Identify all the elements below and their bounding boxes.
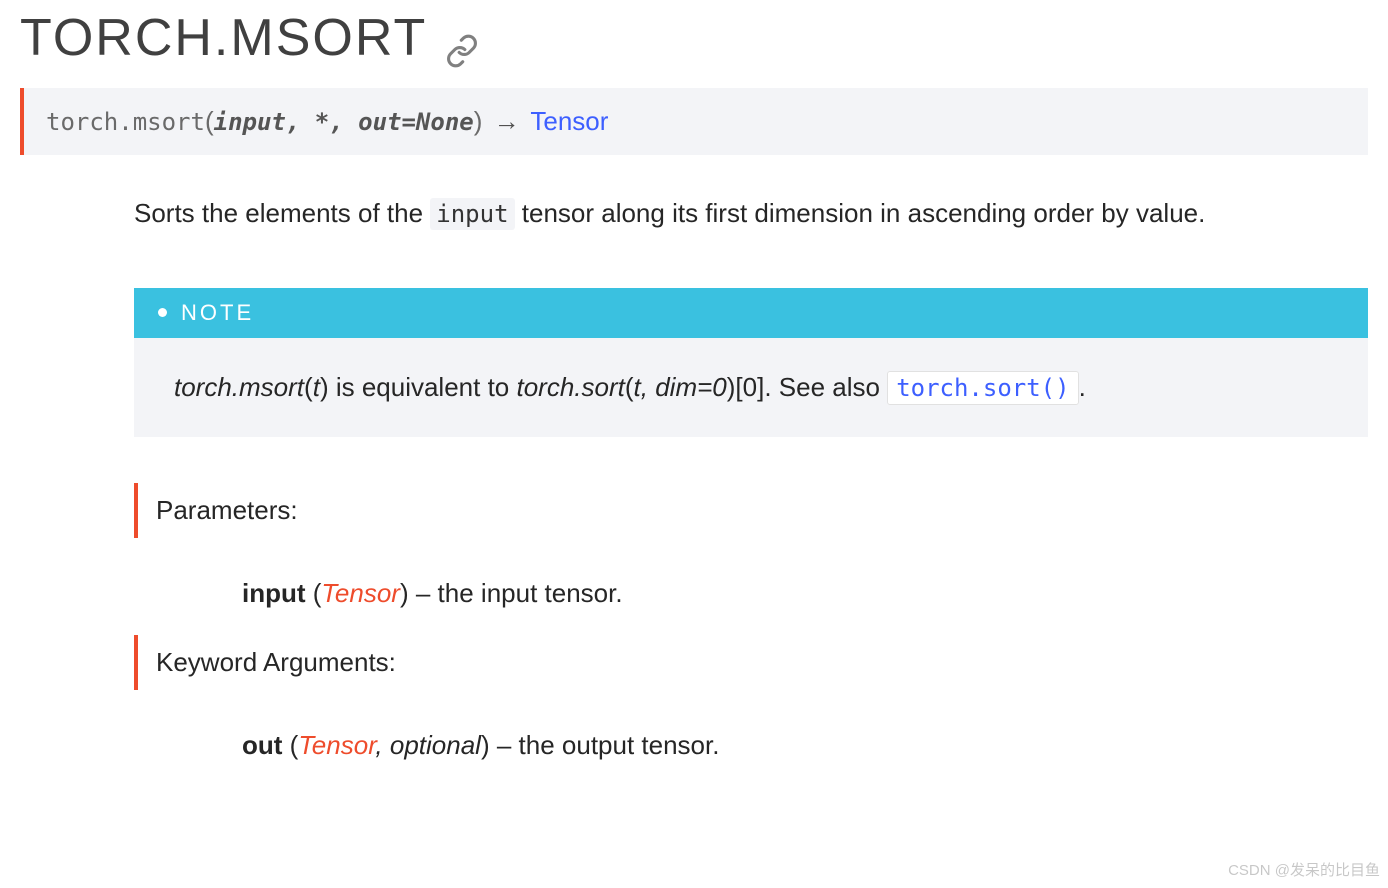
kwargs-label: Keyword Arguments: (134, 635, 1368, 690)
doc-page: TORCH.MSORT torch.msort(input, *, out=No… (0, 0, 1388, 817)
desc-inline-code: input (430, 198, 514, 230)
note-close2: )[0]. See also (727, 372, 887, 402)
permalink-icon[interactable] (445, 21, 479, 55)
note-paren1: ( (304, 372, 313, 402)
bullet-icon (158, 308, 167, 317)
watermark: CSDN @发呆的比目鱼 (1228, 859, 1380, 880)
signature-fn-name: torch.msort (46, 108, 205, 136)
note-paren2: ( (625, 372, 634, 402)
kwargs-label-text: Keyword Arguments: (156, 647, 396, 677)
note-label: NOTE (181, 300, 254, 326)
note-close1: ) is equivalent to (320, 372, 517, 402)
title-text: TORCH.MSORT (20, 8, 427, 68)
kwargs-item: out (Tensor, optional) – the output tens… (134, 720, 1368, 787)
parameters-label: Parameters: (134, 483, 1368, 538)
note-box: NOTE torch.msort(t) is equivalent to tor… (134, 288, 1368, 437)
param-type[interactable]: Tensor (321, 578, 400, 608)
doc-content: Sorts the elements of the input tensor a… (20, 195, 1368, 787)
note-period: . (1079, 372, 1086, 402)
kwarg-optional: , optional (375, 730, 481, 760)
note-fn2: torch.sort (517, 372, 625, 402)
desc-after: tensor along its first dimension in asce… (515, 198, 1206, 228)
kwarg-name: out (242, 730, 282, 760)
parameters-item: input (Tensor) – the input tensor. (134, 568, 1368, 635)
note-body: torch.msort(t) is equivalent to torch.so… (134, 338, 1368, 437)
function-signature: torch.msort(input, *, out=None) → Tensor (20, 88, 1368, 155)
param-desc: – the input tensor. (409, 578, 623, 608)
note-arg1: t (313, 372, 320, 402)
param-name: input (242, 578, 306, 608)
signature-params: input, *, out=None (214, 108, 474, 136)
desc-before: Sorts the elements of the (134, 198, 430, 228)
signature-return-type[interactable]: Tensor (530, 106, 608, 136)
note-fn1: torch.msort (174, 372, 304, 402)
note-code-link[interactable]: torch.sort() (887, 371, 1078, 405)
kwarg-desc: – the output tensor. (490, 730, 720, 760)
kwarg-type[interactable]: Tensor (298, 730, 375, 760)
parameters-label-text: Parameters: (156, 495, 298, 525)
note-arg2: t, dim=0 (634, 372, 727, 402)
note-header: NOTE (134, 288, 1368, 338)
description: Sorts the elements of the input tensor a… (134, 195, 1368, 232)
page-title: TORCH.MSORT (20, 8, 1368, 68)
